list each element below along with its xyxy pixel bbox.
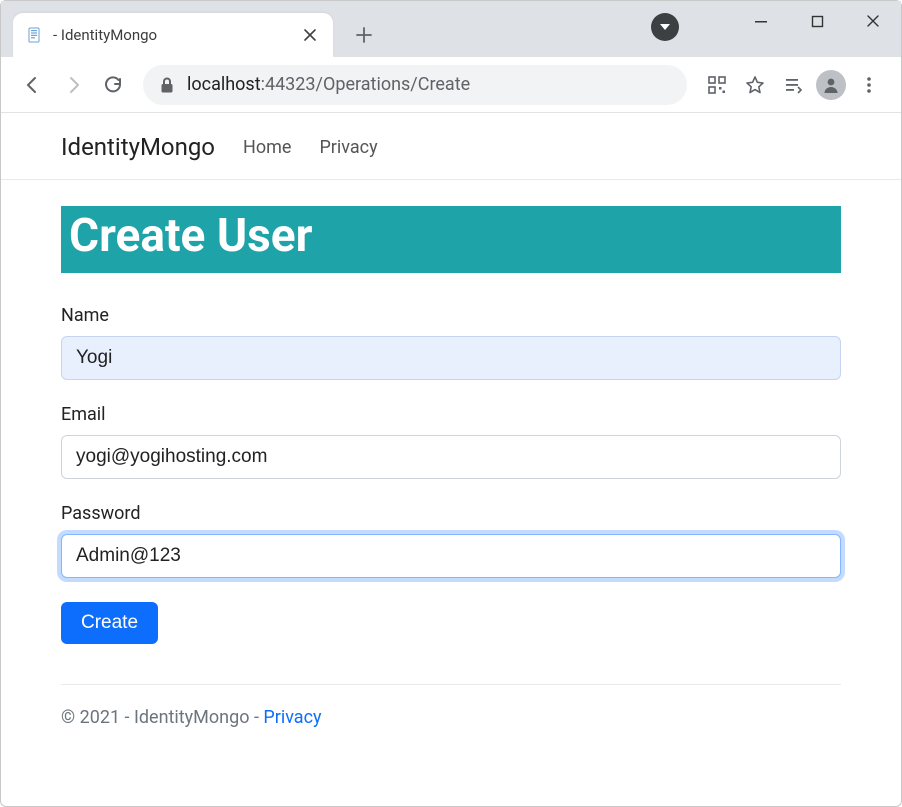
password-label: Password: [61, 503, 841, 524]
password-input[interactable]: [61, 534, 841, 578]
page-favicon-icon: [27, 27, 43, 43]
browser-tab-title: - IdentityMongo: [53, 26, 291, 44]
browser-tab-strip: - IdentityMongo: [1, 1, 901, 57]
forward-button[interactable]: [55, 67, 91, 103]
url-text: localhost:44323/Operations/Create: [187, 74, 470, 95]
url-host: localhost: [187, 74, 261, 95]
footer-privacy-link[interactable]: Privacy: [263, 707, 321, 728]
address-bar[interactable]: localhost:44323/Operations/Create: [143, 65, 687, 105]
nav-link-privacy[interactable]: Privacy: [319, 137, 377, 158]
create-button[interactable]: Create: [61, 602, 158, 644]
url-path: /Operations/Create: [316, 74, 471, 95]
page-title: Create User: [61, 206, 841, 273]
avatar-icon: [816, 70, 846, 100]
lock-icon: [159, 76, 175, 94]
email-input[interactable]: [61, 435, 841, 479]
back-button[interactable]: [15, 67, 51, 103]
browser-toolbar: localhost:44323/Operations/Create: [1, 57, 901, 113]
reload-button[interactable]: [95, 67, 131, 103]
page-footer: © 2021 - IdentityMongo - Privacy: [61, 684, 841, 738]
kebab-menu-icon[interactable]: [851, 67, 887, 103]
bookmark-star-icon[interactable]: [737, 67, 773, 103]
nav-link-home[interactable]: Home: [243, 137, 291, 158]
browser-tab-active[interactable]: - IdentityMongo: [13, 13, 333, 57]
window-controls: [733, 1, 901, 41]
site-brand[interactable]: IdentityMongo: [61, 133, 215, 161]
maximize-window-button[interactable]: [789, 1, 845, 41]
url-port: :44323: [261, 74, 316, 95]
name-input[interactable]: [61, 336, 841, 380]
close-window-button[interactable]: [845, 1, 901, 41]
footer-text: © 2021 - IdentityMongo -: [61, 707, 263, 728]
extension-indicator-icon[interactable]: [651, 13, 679, 41]
qr-code-icon[interactable]: [699, 67, 735, 103]
name-label: Name: [61, 305, 841, 326]
page-viewport: IdentityMongo Home Privacy Create User N…: [1, 113, 901, 738]
profile-avatar[interactable]: [813, 67, 849, 103]
reading-list-icon[interactable]: [775, 67, 811, 103]
email-label: Email: [61, 404, 841, 425]
close-tab-icon[interactable]: [301, 26, 319, 44]
new-tab-button[interactable]: [347, 18, 381, 52]
site-navbar: IdentityMongo Home Privacy: [1, 113, 901, 180]
minimize-window-button[interactable]: [733, 1, 789, 41]
